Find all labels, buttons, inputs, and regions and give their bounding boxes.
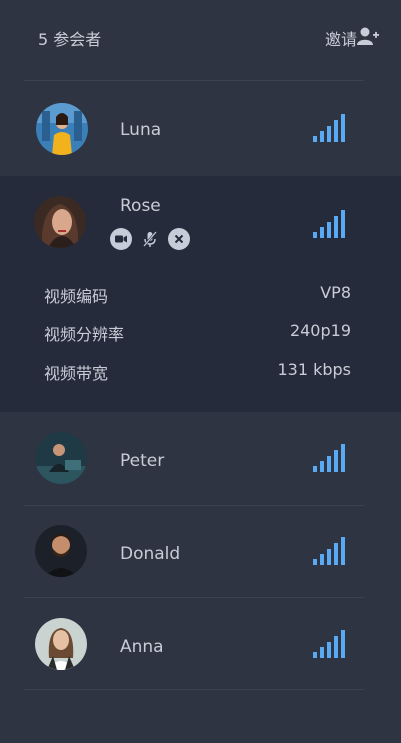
avatar [35, 525, 87, 577]
participant-row[interactable]: Luna [0, 100, 401, 160]
participant-name: Anna [120, 637, 164, 657]
divider [24, 689, 364, 690]
participant-name: Rose [120, 196, 161, 216]
camera-button[interactable] [110, 228, 132, 250]
avatar [35, 432, 87, 484]
divider [24, 505, 364, 506]
signal-bars-icon [313, 444, 345, 472]
stat-value-bandwidth: 131 kbps [277, 360, 351, 379]
signal-bars-icon [313, 114, 345, 142]
invite-button[interactable]: 邀请 [325, 26, 357, 50]
stat-label-resolution: 视频分辨率 [44, 325, 125, 344]
participant-name: Donald [120, 544, 181, 564]
participant-count: 5 参会者 [38, 30, 102, 49]
stat-label-codec: 视频编码 [44, 287, 109, 306]
divider [24, 80, 364, 81]
participant-row[interactable]: Anna [0, 616, 401, 676]
participant-name: Luna [120, 120, 162, 140]
stat-value-codec: VP8 [320, 283, 351, 302]
avatar [36, 103, 88, 155]
mic-muted-icon[interactable] [142, 229, 158, 249]
participant-name: Peter [120, 451, 165, 471]
stat-value-resolution: 240p19 [289, 321, 351, 340]
stat-label-bandwidth: 视频带宽 [44, 364, 109, 383]
remove-participant-button[interactable] [168, 228, 190, 250]
signal-bars-icon [313, 630, 345, 658]
avatar [34, 196, 86, 248]
participant-row[interactable]: Donald [0, 523, 401, 583]
participants-panel: 5 参会者 邀请 Luna Rose 视频编码 VP8 视频分辨率 240p19… [0, 0, 401, 743]
add-user-icon[interactable] [357, 26, 379, 46]
camera-icon [115, 235, 127, 243]
participant-row[interactable]: Peter [0, 430, 401, 490]
avatar [35, 618, 87, 670]
signal-bars-icon [313, 210, 345, 238]
close-icon [174, 234, 184, 244]
panel-header: 5 参会者 邀请 [0, 0, 401, 74]
divider [24, 597, 364, 598]
signal-bars-icon [313, 537, 345, 565]
